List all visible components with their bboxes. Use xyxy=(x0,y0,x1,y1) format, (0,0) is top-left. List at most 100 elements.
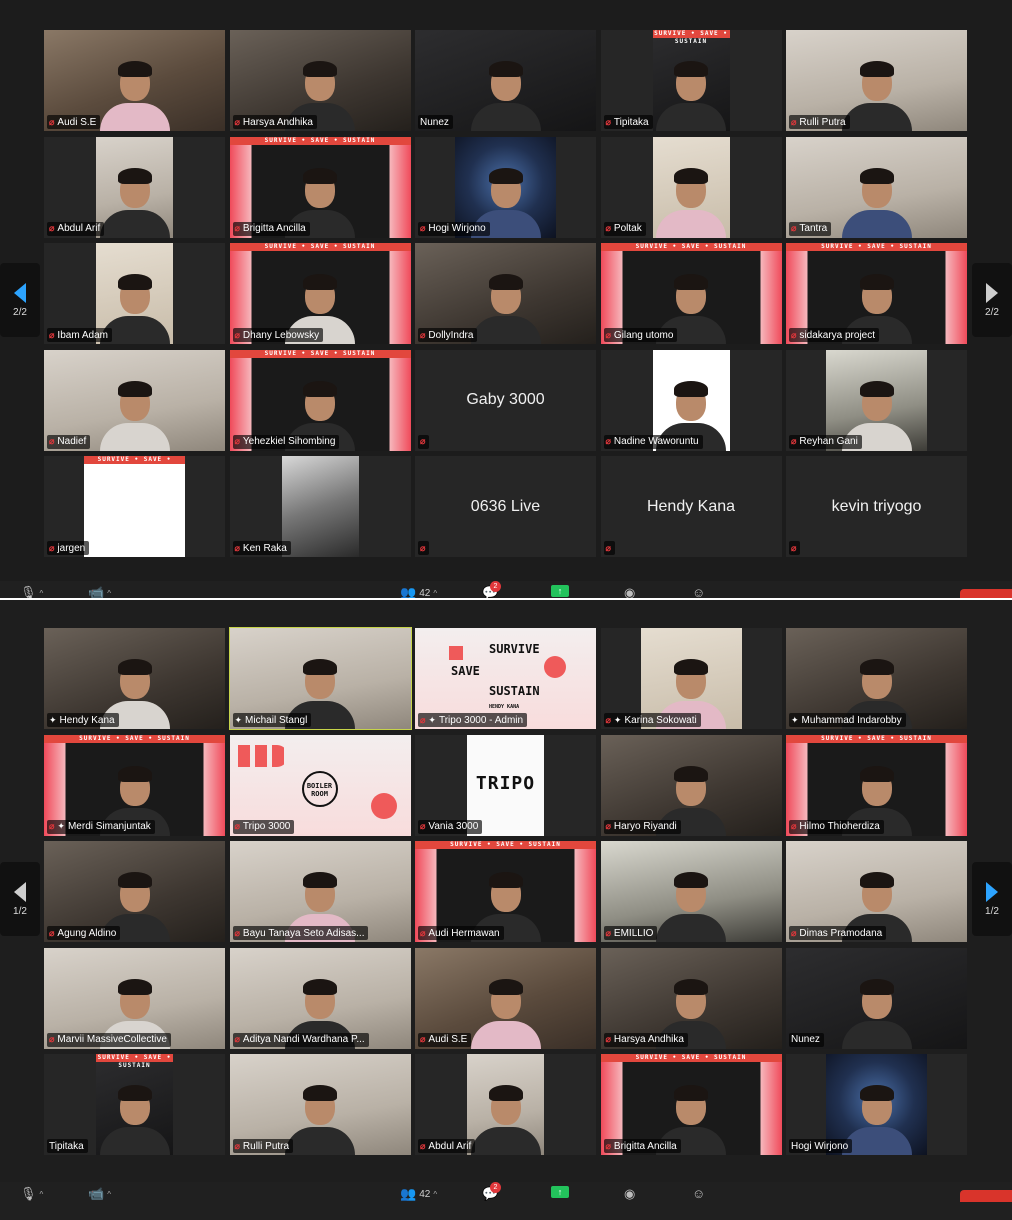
participant-tile[interactable]: ✦ Hendy Kana xyxy=(44,628,225,729)
name-tag: ⌀ Brigitta Ancilla xyxy=(232,221,310,236)
chevron-up-icon[interactable]: ^ xyxy=(433,589,437,598)
participant-tile[interactable]: ⌀ Nadine Waworuntu xyxy=(600,349,782,451)
next-page-button[interactable]: 2/2 xyxy=(972,263,1012,337)
participant-tile[interactable]: Nunez xyxy=(415,30,596,131)
name-tag: ⌀ Audi S.E xyxy=(418,1032,472,1047)
chat-button[interactable]: 💬 2 xyxy=(482,1182,501,1202)
prev-page-button[interactable]: 1/2 xyxy=(0,862,40,936)
mic-muted-icon: ⌀ xyxy=(420,436,426,446)
participant-tile[interactable]: ⌀ Tantra xyxy=(786,136,967,238)
participant-tile[interactable]: SURVIVE • SAVE • SUSTAIN ⌀ Dhany Lebowsky xyxy=(229,243,411,344)
participant-tile[interactable]: SURVIVE • SAVE • SUSTAIN ⌀ sidakarya proje… xyxy=(786,243,967,344)
participant-tile[interactable]: ⌀ Audi S.E xyxy=(44,30,225,131)
participant-tile[interactable]: Nunez xyxy=(786,947,967,1049)
chevron-up-icon[interactable]: ^ xyxy=(40,1190,44,1199)
share-screen-button[interactable]: ↑ xyxy=(551,1186,569,1198)
poster-circle xyxy=(544,656,566,678)
participant-tile[interactable]: 0636 Live ⌀ xyxy=(415,456,596,557)
name-tag: ⌀ Haryo Riyandi xyxy=(603,819,681,834)
participant-name: EMILLIO xyxy=(613,927,654,939)
participant-name: jargen xyxy=(57,542,86,554)
participant-tile[interactable]: ⌀ Abdul Arif xyxy=(44,136,225,238)
mic-muted-icon: ⌀ xyxy=(605,329,611,340)
record-button[interactable]: ◉ xyxy=(624,1186,635,1202)
name-tag: ⌀ Abdul Arif xyxy=(47,221,105,236)
video-feed xyxy=(652,136,730,238)
chevron-up-icon[interactable]: ^ xyxy=(433,1190,437,1199)
participant-tile[interactable]: Hendy Kana ⌀ xyxy=(600,456,782,557)
participant-tile[interactable]: ⌀ Poltak xyxy=(600,136,782,238)
participant-tile[interactable]: ⌀ Ibam Adam xyxy=(44,243,225,344)
participant-name: Harsya Andhika xyxy=(242,116,313,128)
participant-tile[interactable]: ⌀ Reyhan Gani xyxy=(786,349,967,451)
mute-button[interactable]: 🎙 ^ xyxy=(20,1186,43,1202)
participant-tile[interactable]: ✦ Muhammad Indarobby xyxy=(786,628,967,729)
name-tag: ⌀ Dhany Lebowsky xyxy=(232,328,324,342)
participant-tile[interactable]: ⌀ Harsya Andhika xyxy=(600,947,782,1049)
participant-tile[interactable]: kevin triyogo ⌀ xyxy=(786,456,967,557)
event-banner: SURVIVE • SAVE • SUSTAIN xyxy=(96,1054,173,1069)
participant-figure xyxy=(656,57,726,131)
participant-tile[interactable]: BOILER ROOM ⌀ Tripo 3000 xyxy=(229,734,411,836)
participant-tile[interactable]: SURVIVE • SAVE • SUSTAIN ⌀ Hilmo Thioherdi… xyxy=(786,734,967,836)
event-banner: SURVIVE • SAVE • SUSTAIN xyxy=(229,243,411,251)
mic-muted-icon: ⌀ xyxy=(420,542,426,553)
participant-tile[interactable]: ⌀ Aditya Nandi Wardhana P... xyxy=(229,947,411,1049)
participant-name: Poltak xyxy=(613,223,642,234)
participant-tile[interactable]: ⌀ DollyIndra xyxy=(415,243,596,344)
participant-tile[interactable]: ⌀ EMILLIO xyxy=(600,841,782,942)
participant-tile[interactable]: SURVIVE • SAVE • SUSTAIN Tipitaka xyxy=(44,1054,225,1155)
participant-tile[interactable]: ⌀ ✦ Karina Sokowati xyxy=(600,628,782,729)
mic-muted-icon: ⌀ xyxy=(420,329,426,340)
name-tag: ⌀ sidakarya project xyxy=(789,328,880,342)
name-tag: ⌀ Harsya Andhika xyxy=(603,1032,688,1047)
participant-tile[interactable]: Hogi Wirjono xyxy=(786,1054,967,1155)
mic-muted-icon: ⌀ xyxy=(605,436,611,446)
share-screen-button[interactable]: ↑ xyxy=(551,585,569,597)
event-banner: SURVIVE • SAVE • SUSTAIN xyxy=(229,349,411,358)
participant-name: Dhany Lebowsky xyxy=(242,329,320,341)
chevron-up-icon[interactable]: ^ xyxy=(107,1190,111,1199)
participant-tile[interactable]: SURVIVE • SAVE • SUSTAIN ⌀ Brigitta Ancill… xyxy=(229,136,411,238)
chevron-up-icon[interactable]: ^ xyxy=(107,589,111,598)
participant-tile[interactable]: ⌀ Marvii MassiveCollective xyxy=(44,947,225,1049)
participant-figure xyxy=(841,975,912,1049)
participant-tile[interactable]: SURVIVE • SAVE • SUSTAIN ⌀ Tipitaka xyxy=(600,30,782,131)
pin-icon: ✦ xyxy=(49,714,57,725)
chevron-up-icon[interactable]: ^ xyxy=(40,589,44,598)
mic-muted-icon: ⌀ xyxy=(234,821,240,831)
participant-tile[interactable]: SURVIVE • SAVE • SUSTAIN ⌀ ✦ Merdi Simanjun… xyxy=(44,734,225,836)
participant-tile[interactable]: SURVIVE • SAVE • SUSTAIN ⌀ Audi Hermawan xyxy=(415,841,596,942)
participant-tile[interactable]: ⌀ Bayu Tanaya Seto Adisas... xyxy=(229,841,411,942)
participant-tile[interactable]: SURVIVE • SAVE • SUSTAIN ⌀ jargen xyxy=(44,456,225,557)
participant-tile[interactable]: ⌀ Hogi Wirjono xyxy=(415,136,596,238)
participant-tile[interactable]: Gaby 3000 ⌀ xyxy=(415,349,596,451)
participant-tile[interactable]: ⌀ Ken Raka xyxy=(229,456,411,557)
participant-tile[interactable]: ⌀ Agung Aldino xyxy=(44,841,225,942)
next-page-button[interactable]: 1/2 xyxy=(972,862,1012,936)
participant-tile[interactable]: ✦ Michail Stangl xyxy=(228,627,412,730)
participant-tile[interactable]: ⌀ Abdul Arif xyxy=(415,1054,596,1155)
participant-tile[interactable]: ⌀ Rulli Putra xyxy=(229,1054,411,1155)
mic-muted-icon: ⌀ xyxy=(605,223,611,233)
participant-tile[interactable]: SURVIVE • SAVE • SUSTAIN ⌀ Gilang utomo xyxy=(600,243,782,344)
chevron-left-icon xyxy=(14,282,26,303)
participant-tile[interactable]: ⌀ Harsya Andhika xyxy=(229,30,411,131)
end-meeting-button[interactable] xyxy=(960,1190,1012,1202)
participant-tile[interactable]: TRIPO ⌀ Vania 3000 xyxy=(415,734,596,836)
participant-tile[interactable]: ⌀ Nadief xyxy=(44,349,225,451)
mic-muted-icon: ⌀ xyxy=(420,1034,426,1044)
participants-button[interactable]: 👥 42 ^ xyxy=(400,1186,437,1202)
name-tag: ⌀ Rulli Putra xyxy=(232,1139,294,1153)
participant-tile[interactable]: ⌀ Audi S.E xyxy=(415,947,596,1049)
participant-tile[interactable]: ⌀ Haryo Riyandi xyxy=(600,734,782,836)
participant-tile[interactable]: ⌀ Dimas Pramodana xyxy=(786,841,967,942)
reactions-button[interactable]: ☺ xyxy=(692,1186,705,1201)
participant-tile[interactable]: SURVIVE • SAVE • SUSTAIN ⌀ Yehezkiel Sihom… xyxy=(229,349,411,451)
participant-tile[interactable]: SURVIVE SAVE SUSTAIN HENDY KANA ⌀ ✦ Tripo 3000… xyxy=(415,628,596,729)
event-banner: SURVIVE • SAVE • SUSTAIN xyxy=(229,136,411,145)
participant-tile[interactable]: SURVIVE • SAVE • SUSTAIN ⌀ Brigitta Ancill… xyxy=(600,1054,782,1155)
stop-video-button[interactable]: 📹 ^ xyxy=(88,1186,111,1202)
prev-page-button[interactable]: 2/2 xyxy=(0,263,40,337)
participant-tile[interactable]: ⌀ Rulli Putra xyxy=(786,30,967,131)
